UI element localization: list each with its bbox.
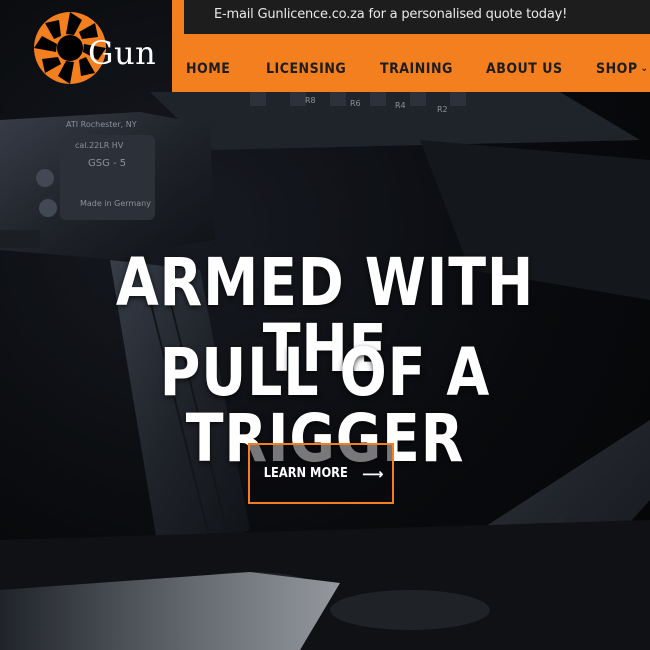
nav-item-shop-label: SHOP [596,61,638,77]
nav-item-shop[interactable]: SHOP ⌄ [596,61,649,77]
learn-more-label: LEARN MORE [264,466,349,481]
nav-item-home[interactable]: HOME [186,61,230,77]
main-nav: HOME LICENSING TRAINING ABOUT US SHOP ⌄ [172,34,650,92]
announcement-bar: E-mail Gunlicence.co.za for a personalis… [184,0,650,34]
announcement-text: E-mail Gunlicence.co.za for a personalis… [214,7,568,22]
logo-text: Gun [88,34,157,72]
chevron-down-icon: ⌄ [640,63,649,74]
learn-more-button[interactable]: LEARN MORE ⟶ [248,443,394,504]
nav-item-training[interactable]: TRAINING [380,61,453,77]
nav-item-about-us[interactable]: ABOUT US [486,61,563,77]
arrow-right-icon: ⟶ [362,464,384,483]
nav-item-licensing[interactable]: LICENSING [266,61,346,77]
site-logo[interactable]: Gun [30,6,170,90]
